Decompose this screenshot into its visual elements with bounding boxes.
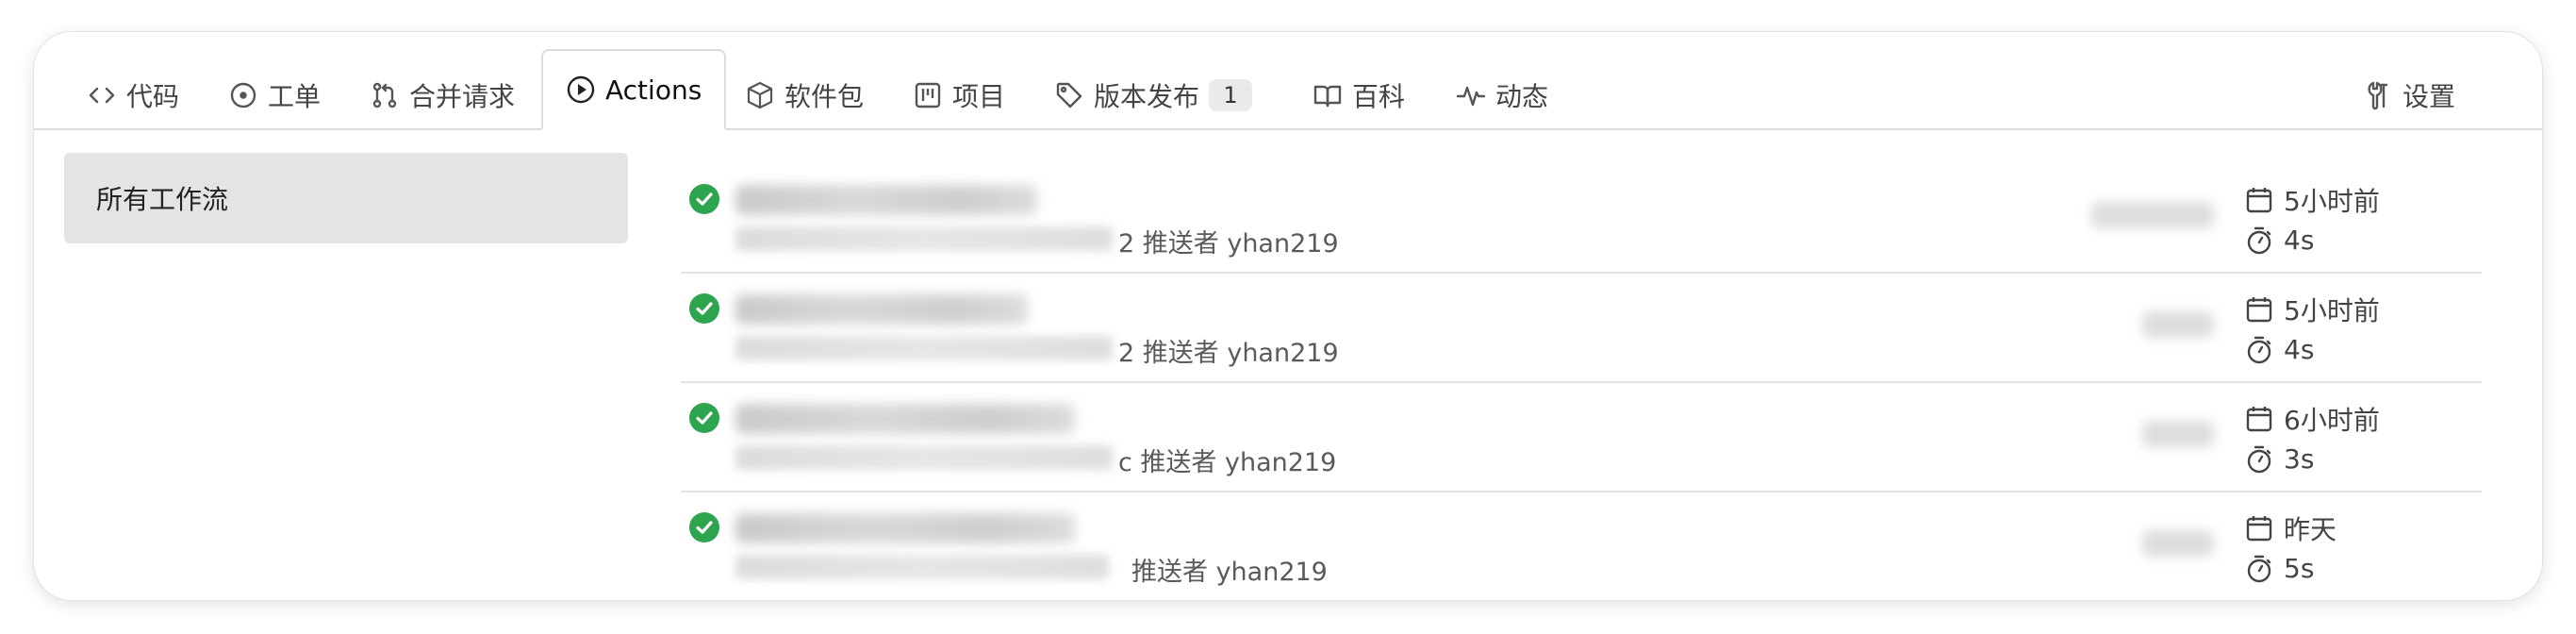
pull-request-icon — [372, 82, 397, 108]
run-meta-text: 推送者 yhan219 — [1131, 558, 1328, 587]
calendar-icon — [2246, 188, 2272, 213]
run-time-ago: 5小时前 — [2244, 291, 2380, 328]
stopwatch-icon — [2247, 555, 2271, 582]
tab-label: 动态 — [1495, 81, 1549, 112]
run-branch-redacted[interactable] — [2142, 530, 2214, 557]
releases-count-badge: 1 — [1209, 79, 1253, 111]
tab-label: 合并请求 — [409, 81, 516, 112]
calendar-icon — [2246, 516, 2272, 542]
run-title-redacted[interactable] — [735, 513, 1075, 543]
tools-icon — [2368, 81, 2388, 110]
tab-settings[interactable]: 设置 — [2363, 62, 2455, 128]
pulse-icon — [1456, 86, 1486, 107]
calendar-icon — [2246, 407, 2272, 432]
issue-icon — [230, 82, 256, 108]
run-meta-text: 2 推送者 yhan219 — [1118, 339, 1339, 368]
run-branch-redacted[interactable] — [2142, 311, 2214, 338]
run-meta-text: 2 推送者 yhan219 — [1118, 229, 1339, 259]
success-check-icon — [689, 184, 719, 214]
play-circle-icon — [567, 75, 595, 104]
tab-label: 版本发布 — [1094, 81, 1200, 112]
success-check-icon — [689, 403, 719, 433]
run-duration: 4s — [2244, 225, 2314, 256]
run-meta-redacted — [735, 226, 1113, 251]
run-duration: 4s — [2244, 334, 2314, 365]
project-icon — [915, 82, 941, 108]
sidebar-item-all-workflows[interactable]: 所有工作流 — [64, 153, 628, 243]
workflow-run-row[interactable]: 推送者 yhan219 昨天 5s — [681, 492, 2482, 600]
run-title-redacted[interactable] — [735, 294, 1028, 325]
tab-projects[interactable]: 项目 — [913, 62, 1005, 128]
tab-label: 设置 — [2403, 81, 2456, 112]
stopwatch-icon — [2247, 336, 2271, 363]
run-meta-redacted — [735, 555, 1109, 579]
run-meta-text: c 推送者 yhan219 — [1118, 448, 1337, 477]
tab-label: 代码 — [126, 81, 180, 112]
run-time-ago: 5小时前 — [2244, 181, 2380, 219]
sidebar-item-label: 所有工作流 — [96, 184, 229, 215]
success-check-icon — [689, 293, 719, 324]
run-branch-redacted[interactable] — [2091, 202, 2214, 228]
stopwatch-icon — [2247, 445, 2271, 473]
workflow-run-row[interactable]: c 推送者 yhan219 6小时前 3s — [681, 383, 2482, 492]
tab-label: 百科 — [1352, 81, 1406, 112]
tab-pull-requests[interactable]: 合并请求 — [370, 62, 515, 128]
tag-icon — [1056, 82, 1082, 108]
workflow-run-row[interactable]: 2 推送者 yhan219 5小时前 4s — [681, 164, 2482, 274]
repo-tab-bar: 代码 工单 合并请求 Actions 软件包 项目 版本发布 1 百科 动态 设… — [34, 32, 2542, 130]
tab-releases[interactable]: 版本发布 1 — [1054, 62, 1253, 128]
run-branch-redacted[interactable] — [2142, 421, 2214, 447]
tab-packages[interactable]: 软件包 — [745, 62, 864, 128]
success-check-icon — [689, 512, 719, 542]
code-icon — [89, 87, 115, 104]
tab-label: 软件包 — [784, 81, 865, 112]
tab-label: 项目 — [952, 81, 1006, 112]
run-meta-redacted — [735, 445, 1113, 470]
run-title-redacted[interactable] — [735, 185, 1037, 215]
tab-label: 工单 — [268, 81, 322, 112]
workflow-run-row[interactable]: 2 推送者 yhan219 5小时前 4s — [681, 274, 2482, 383]
tab-activity[interactable]: 动态 — [1456, 62, 1548, 128]
package-icon — [747, 81, 773, 109]
run-time-ago: 昨天 — [2244, 509, 2337, 547]
run-duration: 3s — [2244, 443, 2314, 475]
tab-wiki[interactable]: 百科 — [1313, 62, 1405, 128]
tab-code[interactable]: 代码 — [87, 62, 179, 128]
calendar-icon — [2246, 297, 2272, 323]
run-time-ago: 6小时前 — [2244, 400, 2380, 438]
tab-issues[interactable]: 工单 — [228, 62, 321, 128]
book-icon — [1313, 85, 1342, 108]
run-title-redacted[interactable] — [735, 404, 1075, 434]
stopwatch-icon — [2247, 226, 2271, 254]
tab-label: Actions — [605, 74, 702, 106]
repo-window: 代码 工单 合并请求 Actions 软件包 项目 版本发布 1 百科 动态 设… — [34, 32, 2542, 600]
tab-actions[interactable]: Actions — [541, 49, 727, 130]
run-meta-redacted — [735, 336, 1113, 360]
run-duration: 5s — [2244, 553, 2314, 584]
